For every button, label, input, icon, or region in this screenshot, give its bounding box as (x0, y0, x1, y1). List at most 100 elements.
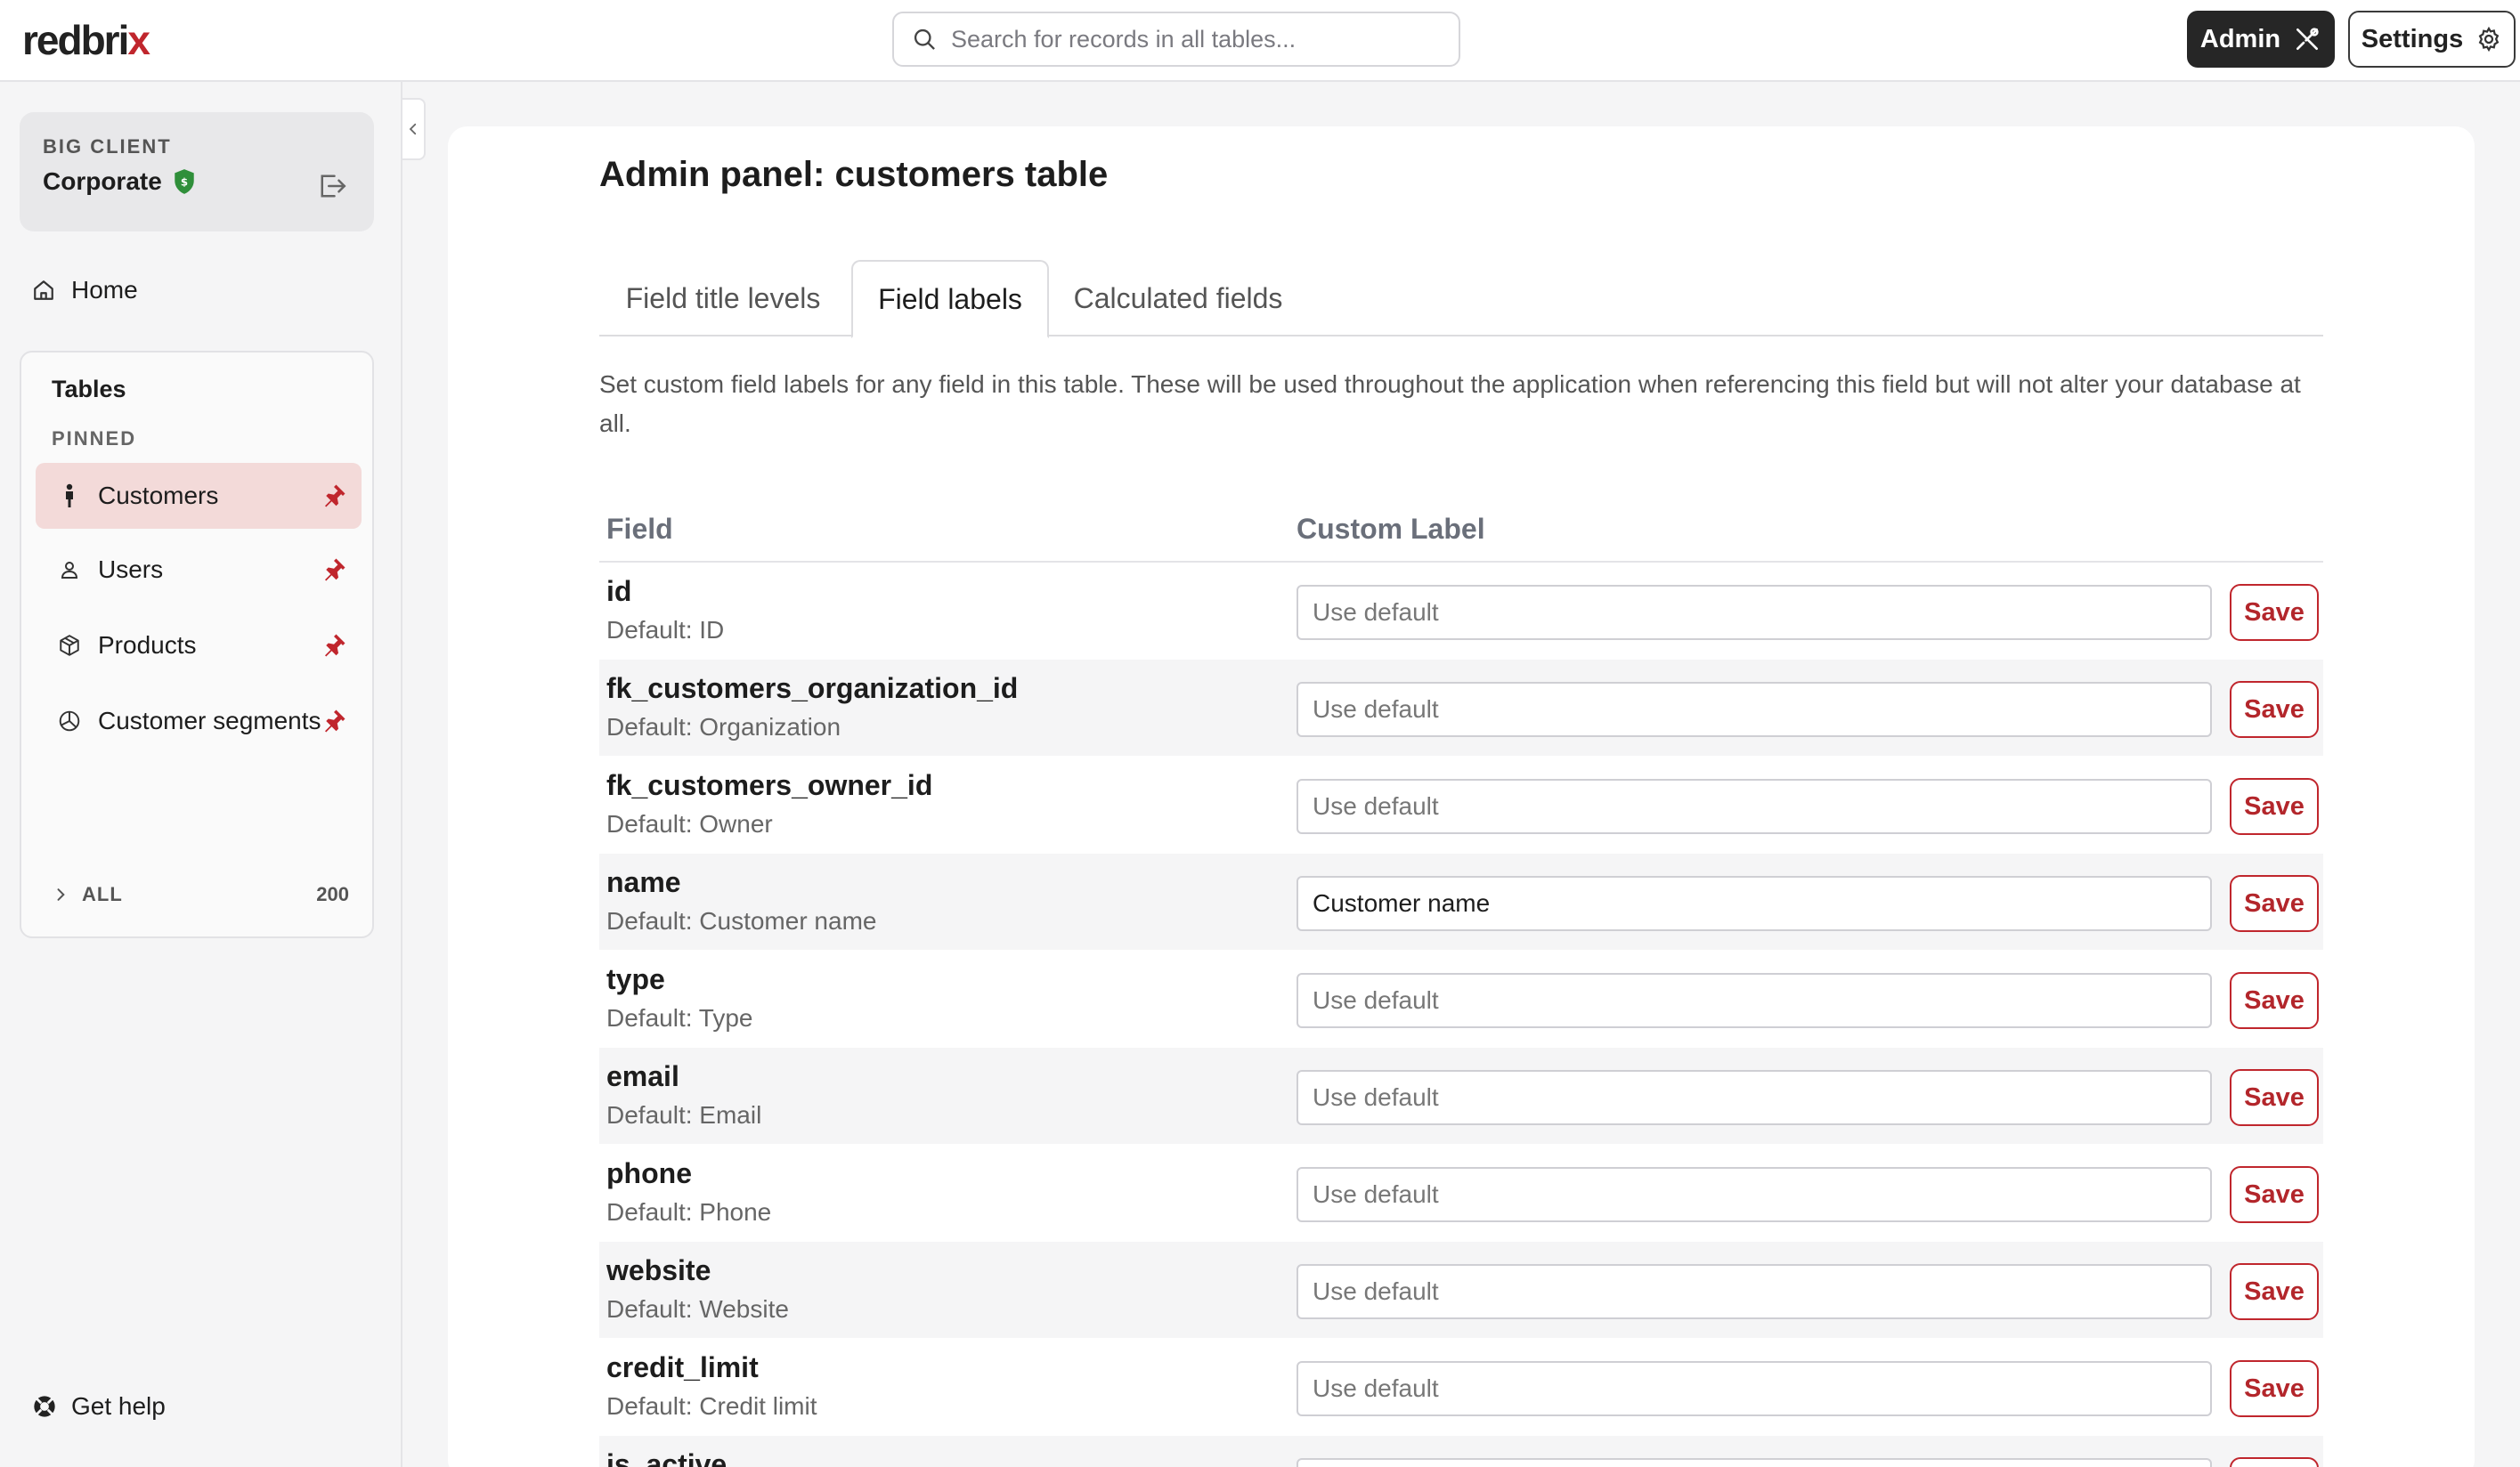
home-label: Home (71, 276, 138, 304)
table-row: credit_limit Default: Credit limit Save (599, 1339, 2323, 1435)
person-icon (57, 483, 82, 508)
custom-label-input[interactable] (1297, 1167, 2212, 1222)
field-default: Default: ID (606, 616, 725, 644)
redbrix-logo[interactable]: redbri x (22, 17, 150, 63)
save-button[interactable]: Save (2230, 1263, 2319, 1320)
custom-label-input[interactable] (1297, 682, 2212, 737)
field-default: Default: Phone (606, 1198, 772, 1226)
table-row: fk_customers_organization_id Default: Or… (599, 660, 2323, 756)
chevron-right-icon (57, 888, 65, 901)
all-tables-label: ALL (82, 883, 123, 905)
field-name: website (606, 1254, 711, 1286)
user-icon (57, 557, 82, 582)
org-name: Corporate $ (43, 167, 196, 196)
pin-icon[interactable] (321, 632, 347, 659)
custom-label-input[interactable] (1297, 973, 2212, 1028)
table-row: fk_customers_owner_id Default: Owner Sav… (599, 757, 2323, 853)
column-header-field: Field (606, 513, 673, 545)
admin-panel: Admin panel: customers table Field title… (448, 126, 2475, 1467)
tables-panel: Tables PINNED Customers Users Products C… (20, 351, 374, 938)
custom-label-input[interactable] (1297, 1361, 2212, 1416)
field-name: phone (606, 1157, 692, 1189)
custom-label-input[interactable] (1297, 779, 2212, 834)
collapse-sidebar-button[interactable] (402, 98, 426, 160)
settings-button[interactable]: Settings (2348, 11, 2516, 68)
sidebar-item-customers[interactable]: Customers (36, 463, 362, 529)
sidebar-item-label: Customer segments (98, 707, 321, 734)
field-default: Default: Customer name (606, 907, 877, 935)
save-button[interactable]: Save (2230, 584, 2319, 641)
pin-icon[interactable] (321, 556, 347, 583)
search-input[interactable] (951, 25, 1432, 53)
sidebar-item-users[interactable]: Users (36, 537, 362, 603)
get-help-link[interactable]: Get help (32, 1392, 166, 1421)
global-search[interactable] (892, 12, 1460, 67)
search-icon (914, 28, 935, 50)
org-name-label: Corporate (43, 167, 162, 195)
logo-text: redbri (22, 17, 129, 63)
all-tables-count: 200 (316, 883, 349, 905)
sidebar-item-label: Customers (98, 482, 219, 509)
exit-icon[interactable] (317, 173, 347, 199)
tables-heading: Tables (52, 376, 126, 402)
org-kicker: BIG CLIENT (43, 135, 172, 158)
box-icon (57, 633, 82, 658)
table-row: type Default: Type Save (599, 951, 2323, 1047)
home-icon (34, 280, 53, 300)
field-default: Default: Owner (606, 810, 773, 838)
pin-icon[interactable] (321, 482, 347, 509)
admin-button-label: Admin (2199, 24, 2281, 53)
home-link[interactable]: Home (32, 276, 138, 304)
custom-label-input[interactable] (1297, 1264, 2212, 1319)
tab-field-title-levels[interactable]: Field title levels (599, 260, 847, 336)
save-button[interactable]: Save (2230, 778, 2319, 835)
table-row: name Default: Customer name Save (599, 854, 2323, 950)
field-name: type (606, 963, 665, 995)
table-row: email Default: Email Save (599, 1048, 2323, 1144)
tab-calculated-fields[interactable]: Calculated fields (1053, 260, 1303, 336)
table-row: id Default: ID Save (599, 563, 2323, 659)
save-button[interactable]: Save (2230, 972, 2319, 1029)
tab-field-labels[interactable]: Field labels (851, 260, 1049, 338)
custom-label-input[interactable] (1297, 876, 2212, 931)
field-default: Default: Credit limit (606, 1392, 817, 1420)
page-description: Set custom field labels for any field in… (599, 370, 2301, 437)
all-tables-toggle[interactable]: ALL 200 (52, 883, 349, 906)
logo-x: x (127, 17, 150, 63)
top-bar: redbrix Admin Settings (0, 0, 2520, 82)
organization-card: BIG CLIENT Corporate $ (20, 112, 374, 231)
pin-icon[interactable] (321, 708, 347, 734)
sidebar-item-products[interactable]: Products (36, 612, 362, 678)
field-name: is_active (606, 1448, 728, 1467)
custom-label-input[interactable] (1297, 585, 2212, 640)
field-name: email (606, 1060, 679, 1092)
shield-icon: $ (175, 169, 194, 194)
custom-label-input[interactable] (1297, 1458, 2212, 1467)
chevron-left-icon (409, 123, 417, 135)
gear-icon (2478, 26, 2500, 53)
field-name: name (606, 866, 681, 898)
save-button[interactable]: Save (2230, 1069, 2319, 1126)
tools-icon (2296, 28, 2319, 50)
pinned-heading: PINNED (52, 427, 137, 450)
save-button[interactable]: Save (2230, 875, 2319, 932)
sidebar-item-label: Users (98, 555, 164, 583)
admin-button[interactable]: Admin (2187, 11, 2335, 68)
table-row: is_active Save (599, 1436, 2323, 1467)
tab-bar: Field title levels Field labels Calculat… (599, 260, 2323, 338)
svg-text:$: $ (181, 175, 188, 188)
save-button[interactable]: Save (2230, 681, 2319, 738)
save-button[interactable]: Save (2230, 1360, 2319, 1417)
sidebar: BIG CLIENT Corporate $ Home Tables PINNE… (0, 82, 402, 1467)
get-help-label: Get help (71, 1392, 166, 1420)
table-row: phone Default: Phone Save (599, 1145, 2323, 1241)
field-default: Default: Organization (606, 713, 841, 741)
field-default: Default: Website (606, 1295, 789, 1323)
field-default: Default: Type (606, 1004, 753, 1032)
sidebar-item-customer-segments[interactable]: Customer segments (36, 688, 362, 754)
settings-button-label: Settings (2361, 24, 2464, 53)
save-button[interactable]: Save (2230, 1166, 2319, 1223)
save-button[interactable]: Save (2230, 1457, 2319, 1467)
field-name: id (606, 575, 632, 607)
custom-label-input[interactable] (1297, 1070, 2212, 1125)
